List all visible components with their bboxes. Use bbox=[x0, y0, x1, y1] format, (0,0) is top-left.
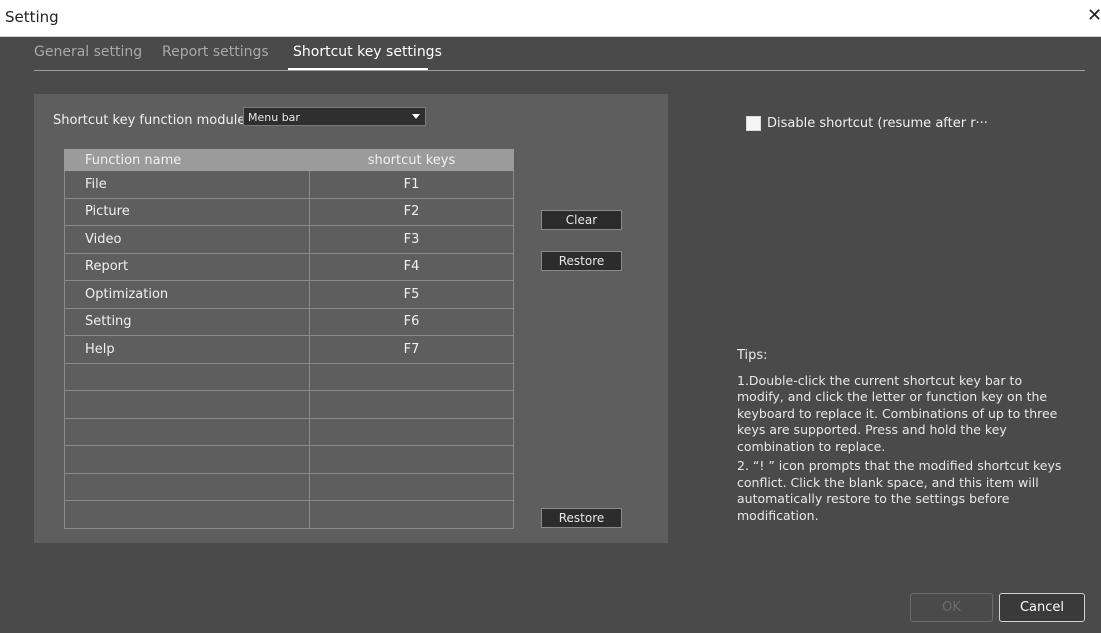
tips-title: Tips: bbox=[737, 348, 768, 363]
function-name-cell: File bbox=[64, 170, 310, 199]
function-name-cell bbox=[64, 500, 310, 529]
active-tab-indicator bbox=[288, 68, 428, 70]
restore-all-button[interactable]: Restore bbox=[541, 508, 622, 528]
function-name-cell bbox=[64, 362, 310, 391]
shortcut-key-cell bbox=[309, 417, 514, 446]
shortcut-key-cell bbox=[309, 390, 514, 419]
tips-section: Tips: 1.Double-click the current shortcu… bbox=[737, 348, 1069, 527]
table-row[interactable]: Picture F2 bbox=[64, 197, 514, 226]
tab-divider bbox=[34, 70, 1085, 71]
restore-button[interactable]: Restore bbox=[541, 251, 622, 271]
table-row bbox=[64, 390, 514, 419]
tab-shortcut-key-settings[interactable]: Shortcut key settings bbox=[293, 44, 442, 60]
function-name-cell: Optimization bbox=[64, 280, 310, 309]
shortcut-key-cell[interactable]: F3 bbox=[309, 225, 514, 254]
module-label: Shortcut key function module： bbox=[53, 113, 259, 128]
chevron-down-icon bbox=[412, 114, 420, 119]
shortcut-key-cell[interactable]: F7 bbox=[309, 335, 514, 364]
table-header-row: Function name shortcut keys bbox=[64, 149, 514, 171]
function-name-cell bbox=[64, 417, 310, 446]
module-select[interactable]: Menu bar bbox=[243, 107, 426, 126]
tab-bar: General setting Report settings Shortcut… bbox=[5, 37, 1101, 71]
table-row[interactable]: Video F3 bbox=[64, 225, 514, 254]
column-header-function-name: Function name bbox=[64, 149, 310, 171]
table-row bbox=[64, 500, 514, 529]
close-icon[interactable]: ✕ bbox=[1087, 5, 1101, 26]
tip-item: 2. “! ” icon prompts that the modified s… bbox=[737, 458, 1062, 523]
function-name-cell bbox=[64, 390, 310, 419]
column-header-shortcut-keys: shortcut keys bbox=[309, 149, 514, 171]
cancel-button[interactable]: Cancel bbox=[999, 593, 1085, 622]
tip-item: 1.Double-click the current shortcut key … bbox=[737, 372, 1058, 454]
clear-button[interactable]: Clear bbox=[541, 210, 622, 230]
shortcut-panel: Shortcut key function module： Menu bar F… bbox=[34, 94, 668, 543]
window-title: Setting bbox=[5, 8, 59, 26]
table-row bbox=[64, 472, 514, 501]
ok-button[interactable]: OK bbox=[910, 593, 993, 622]
module-select-value: Menu bar bbox=[248, 111, 300, 124]
shortcut-table: Function name shortcut keys File F1 Pictu… bbox=[64, 149, 514, 529]
table-row bbox=[64, 417, 514, 446]
shortcut-key-cell[interactable]: F2 bbox=[309, 197, 514, 226]
shortcut-key-cell[interactable]: F4 bbox=[309, 252, 514, 281]
table-row[interactable]: Setting F6 bbox=[64, 307, 514, 336]
tab-general-setting[interactable]: General setting bbox=[34, 44, 142, 60]
shortcut-key-cell bbox=[309, 362, 514, 391]
disable-shortcut-label[interactable]: Disable shortcut (resume after r··· bbox=[767, 116, 988, 131]
tab-report-settings[interactable]: Report settings bbox=[162, 44, 269, 60]
shortcut-key-cell[interactable]: F6 bbox=[309, 307, 514, 336]
shortcut-key-cell bbox=[309, 500, 514, 529]
function-name-cell: Report bbox=[64, 252, 310, 281]
title-bar: Setting ✕ bbox=[0, 0, 1101, 37]
function-name-cell: Video bbox=[64, 225, 310, 254]
settings-dialog: General setting Report settings Shortcut… bbox=[5, 37, 1101, 633]
shortcut-key-cell[interactable]: F1 bbox=[309, 170, 514, 199]
table-row bbox=[64, 362, 514, 391]
disable-shortcut-checkbox[interactable] bbox=[746, 116, 761, 131]
table-row bbox=[64, 445, 514, 474]
table-row[interactable]: Report F4 bbox=[64, 252, 514, 281]
function-name-cell bbox=[64, 472, 310, 501]
shortcut-key-cell[interactable]: F5 bbox=[309, 280, 514, 309]
shortcut-key-cell bbox=[309, 445, 514, 474]
function-name-cell bbox=[64, 445, 310, 474]
table-row[interactable]: File F1 bbox=[64, 170, 514, 199]
table-row[interactable]: Optimization F5 bbox=[64, 280, 514, 309]
function-name-cell: Picture bbox=[64, 197, 310, 226]
function-name-cell: Help bbox=[64, 335, 310, 364]
table-row[interactable]: Help F7 bbox=[64, 335, 514, 364]
function-name-cell: Setting bbox=[64, 307, 310, 336]
shortcut-key-cell bbox=[309, 472, 514, 501]
